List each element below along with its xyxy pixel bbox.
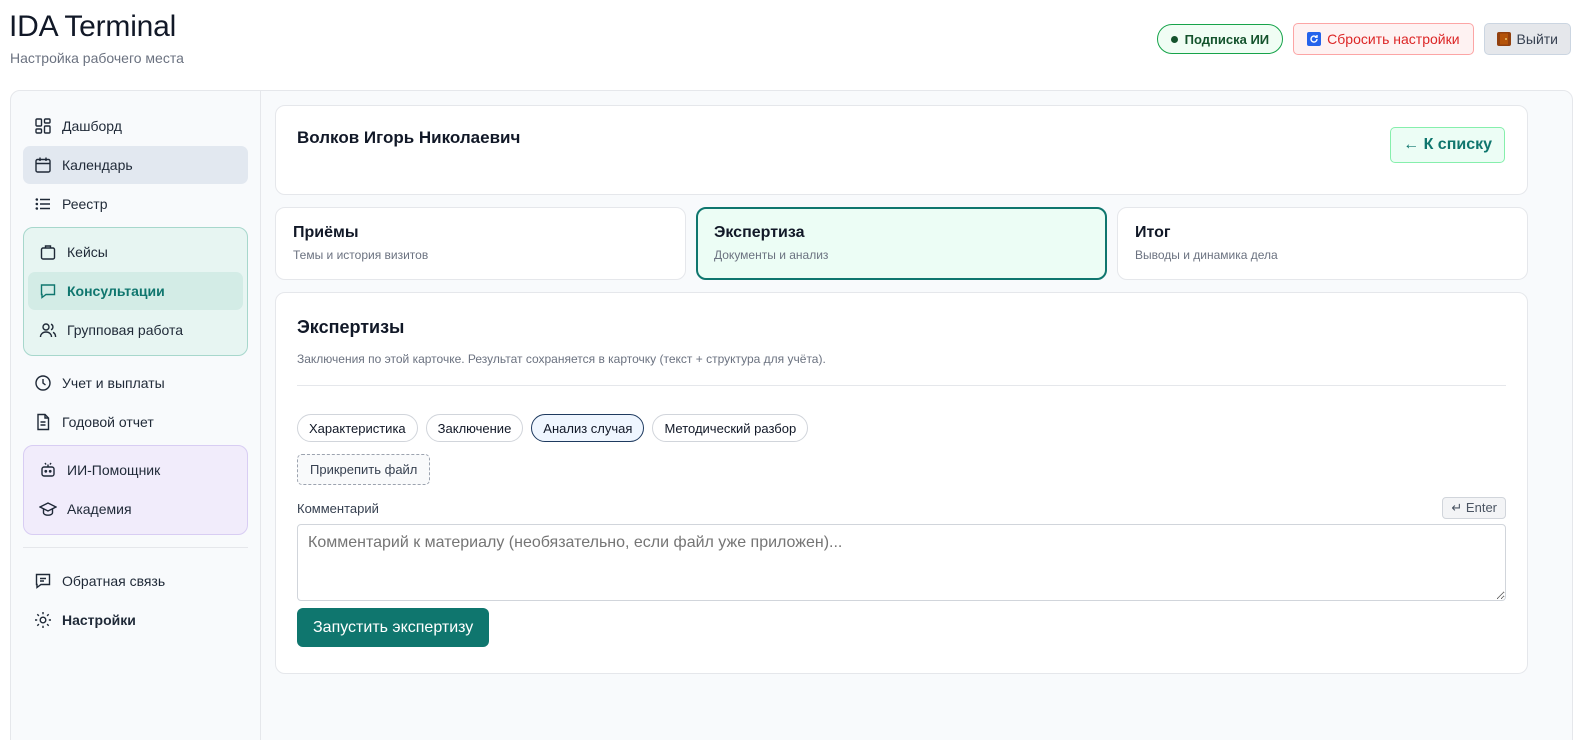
expertise-type-chips: Характеристика Заключение Анализ случая … [297,414,1506,442]
sidebar-item-accounting[interactable]: Учет и выплаты [23,364,248,402]
reset-settings-button[interactable]: Сбросить настройки [1293,23,1474,55]
sidebar-item-label: Настройки [62,612,136,628]
app-subtitle: Настройка рабочего места [10,50,184,66]
list-icon [35,198,50,210]
document-icon [37,413,50,431]
section-tabs: Приёмы Темы и история визитов Экспертиза… [275,207,1528,280]
chip-methodical-review[interactable]: Методический разбор [652,414,809,442]
sidebar-group-work: Кейсы Консультации Групповая работа [23,227,248,356]
tab-subtitle: Документы и анализ [714,248,829,262]
sidebar-item-label: Групповая работа [67,322,184,338]
comment-label: Комментарий [297,500,379,516]
enter-hint[interactable]: ↵ Enter [1442,497,1506,519]
main-content: Волков Игорь Николаевич ← К списку Приём… [275,105,1528,674]
section-divider [297,385,1506,386]
sun-gear-icon [35,612,51,628]
message-icon [35,573,51,589]
subscription-badge[interactable]: Подписка ИИ [1156,24,1284,54]
robot-icon [41,462,55,477]
clock-icon [35,375,51,391]
section-description: Заключения по этой карточке. Результат с… [297,352,826,366]
chip-characteristic[interactable]: Характеристика [297,414,418,442]
chip-conclusion[interactable]: Заключение [425,414,524,442]
sidebar-item-academy[interactable]: Академия [28,490,243,528]
sidebar-item-label: Академия [67,501,132,517]
sidebar-item-label: Реестр [62,196,108,212]
door-icon [1496,32,1511,46]
comment-textarea[interactable] [297,524,1506,601]
sidebar-item-label: Кейсы [67,244,108,260]
logout-label: Выйти [1516,31,1558,47]
briefcase-icon [40,245,56,260]
chip-case-analysis[interactable]: Анализ случая [531,414,645,442]
chat-icon [40,284,56,299]
tab-summary[interactable]: Итог Выводы и динамика дела [1117,207,1528,280]
tab-expertise[interactable]: Экспертиза Документы и анализ [696,207,1107,280]
sidebar-item-cases[interactable]: Кейсы [28,233,243,271]
tab-subtitle: Темы и история визитов [293,248,429,262]
section-title: Экспертизы [297,317,405,337]
sidebar-item-group-work[interactable]: Групповая работа [28,311,243,349]
status-dot-icon [1170,35,1178,43]
sidebar-divider [23,547,248,548]
subscription-label: Подписка ИИ [1184,31,1270,47]
header-actions: Подписка ИИ Сбросить настройки Выйти [1156,23,1571,55]
tab-title: Итог [1135,224,1171,241]
sidebar-item-annual-report[interactable]: Годовой отчет [23,403,248,441]
sidebar-item-consultations[interactable]: Консультации [28,272,243,310]
sidebar-item-settings[interactable]: Настройки [23,601,248,639]
sidebar-item-label: Учет и выплаты [62,375,165,391]
back-to-list-button[interactable]: ← К списку [1390,127,1505,163]
sidebar-item-dashboard[interactable]: Дашборд [23,107,248,145]
sidebar-item-label: Обратная связь [62,573,166,589]
app-title: IDA Terminal [9,10,177,43]
sidebar-item-calendar[interactable]: Календарь [23,146,248,184]
sidebar-item-label: ИИ-Помощник [67,462,161,478]
reset-settings-label: Сбросить настройки [1327,31,1460,47]
sidebar-item-ai-assistant[interactable]: ИИ-Помощник [28,451,243,489]
expertise-panel: Экспертизы Заключения по этой карточке. … [275,292,1528,674]
tab-visits[interactable]: Приёмы Темы и история визитов [275,207,686,280]
client-name: Волков Игорь Николаевич [297,128,521,147]
sidebar-item-label: Дашборд [62,118,122,134]
client-header-card: Волков Игорь Николаевич ← К списку [275,105,1528,195]
graduation-cap-icon [39,502,57,516]
app-shell: Дашборд Календарь Реестр Кейсы Консульта… [10,90,1573,740]
sidebar-item-label: Консультации [67,283,165,299]
sidebar-item-label: Годовой отчет [62,414,154,430]
calendar-icon [35,157,51,173]
refresh-icon [1307,32,1322,46]
sidebar-item-registry[interactable]: Реестр [23,185,248,223]
sidebar-item-label: Календарь [62,157,133,173]
attach-file-button[interactable]: Прикрепить файл [297,454,431,485]
tab-subtitle: Выводы и динамика дела [1135,248,1278,262]
sidebar: Дашборд Календарь Реестр Кейсы Консульта… [11,91,261,740]
users-icon [39,323,57,338]
dashboard-icon [35,118,51,134]
run-expertise-button[interactable]: Запустить экспертизу [297,608,490,647]
comment-header: Комментарий ↵ Enter [297,497,1506,519]
tab-title: Приёмы [293,224,359,241]
logout-button[interactable]: Выйти [1483,23,1571,55]
sidebar-group-ai: ИИ-Помощник Академия [23,445,248,535]
tab-title: Экспертиза [714,224,805,241]
sidebar-item-feedback[interactable]: Обратная связь [23,562,248,600]
